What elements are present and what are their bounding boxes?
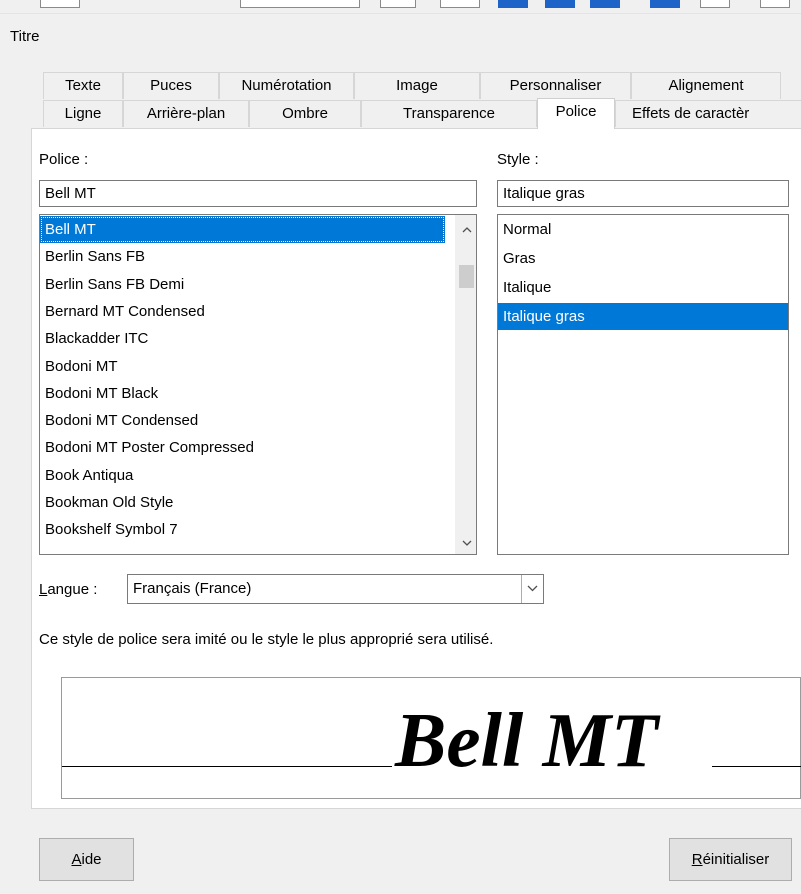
language-label: Langue :	[39, 581, 97, 598]
parent-toolbar-strip	[0, 0, 801, 14]
font-list-item[interactable]: Bodoni MT Condensed	[40, 407, 445, 434]
help-mnemonic: A	[71, 851, 82, 868]
style-label: Style :	[497, 151, 539, 168]
style-list-item[interactable]: Italique	[498, 274, 788, 301]
toolbar-button	[40, 0, 80, 8]
style-listbox[interactable]: Normal Gras Italique Italique gras	[497, 214, 789, 555]
style-list-item[interactable]: Italique gras	[498, 303, 788, 330]
toolbar-button	[650, 0, 680, 8]
reset-mnemonic: R	[691, 851, 703, 868]
font-list-item[interactable]: Bernard MT Condensed	[40, 298, 445, 325]
tab-arri-re-plan[interactable]: Arrière-plan	[123, 100, 249, 127]
preview-baseline-left	[62, 766, 392, 767]
language-label-rest: angue :	[47, 581, 98, 598]
tab-alignement[interactable]: Alignement	[631, 72, 781, 99]
font-list-item[interactable]: Berlin Sans FB Demi	[40, 271, 445, 298]
toolbar-button	[498, 0, 528, 8]
chevron-up-icon[interactable]	[456, 219, 476, 239]
preview-baseline-right	[712, 766, 801, 767]
toolbar-button	[440, 0, 480, 8]
font-list-item[interactable]: Bell MT	[40, 216, 445, 243]
font-list-item[interactable]: Berlin Sans FB	[40, 243, 445, 270]
language-select[interactable]: Français (France)	[127, 574, 544, 604]
font-list-item[interactable]: Blackadder ITC	[40, 325, 445, 352]
toolbar-button	[380, 0, 416, 8]
reset-label: éinitialiser	[702, 851, 770, 868]
toolbar-button	[240, 0, 360, 8]
font-list-item[interactable]: Bookman Old Style	[40, 489, 445, 516]
toolbar-button	[545, 0, 575, 8]
preview-text: Bell MT	[395, 697, 659, 783]
tab-ombre[interactable]: Ombre	[249, 100, 361, 127]
font-list-item[interactable]: Book Antiqua	[40, 462, 445, 489]
font-name-input[interactable]: Bell MT	[39, 180, 477, 207]
font-list-item[interactable]: Bodoni MT Poster Compressed	[40, 434, 445, 461]
scrollbar-thumb[interactable]	[459, 265, 474, 288]
help-label: ide	[81, 851, 102, 868]
tab-police[interactable]: Police	[537, 98, 615, 129]
font-label: Police :	[39, 151, 89, 168]
font-list-scrollbar[interactable]	[455, 215, 476, 554]
toolbar-button	[760, 0, 790, 8]
help-button[interactable]: Aide	[39, 838, 134, 881]
toolbar-button	[700, 0, 730, 8]
style-note: Ce style de police sera imité ou le styl…	[39, 631, 494, 648]
toolbar-button	[590, 0, 620, 8]
font-list-item[interactable]: Bodoni MT Black	[40, 380, 445, 407]
font-preview: Bell MT	[61, 677, 801, 799]
style-list-item[interactable]: Normal	[498, 216, 788, 243]
reset-button[interactable]: Réinitialiser	[669, 838, 792, 881]
tab-personnaliser[interactable]: Personnaliser	[480, 72, 631, 99]
language-value: Français (France)	[133, 580, 252, 597]
tab-transparence[interactable]: Transparence	[361, 100, 537, 127]
dialog-title: Titre	[10, 28, 40, 45]
tab-texte[interactable]: Texte	[43, 72, 123, 99]
chevron-down-icon[interactable]	[521, 575, 543, 603]
style-list-item[interactable]: Gras	[498, 245, 788, 272]
tab-image[interactable]: Image	[354, 72, 480, 99]
font-list-item[interactable]: Bookshelf Symbol 7	[40, 516, 445, 543]
tab-num-rotation[interactable]: Numérotation	[219, 72, 354, 99]
font-list-item[interactable]: Bodoni MT	[40, 353, 445, 380]
chevron-down-icon[interactable]	[456, 532, 476, 552]
font-listbox[interactable]: Bell MT Berlin Sans FB Berlin Sans FB Demi…	[39, 214, 477, 555]
tab-ligne[interactable]: Ligne	[43, 100, 123, 127]
tab-effets-de-caract-r[interactable]: Effets de caractèr	[615, 100, 801, 127]
tab-puces[interactable]: Puces	[123, 72, 219, 99]
style-input[interactable]: Italique gras	[497, 180, 789, 207]
